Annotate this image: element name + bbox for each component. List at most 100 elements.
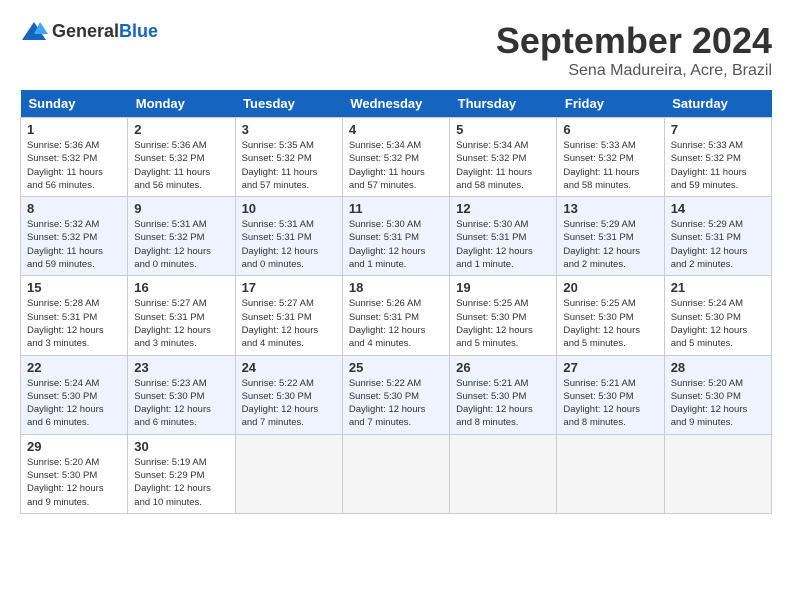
calendar-cell: 6Sunrise: 5:33 AMSunset: 5:32 PMDaylight… bbox=[557, 118, 664, 197]
cell-info: Sunrise: 5:29 AMSunset: 5:31 PMDaylight:… bbox=[563, 219, 640, 270]
calendar-cell bbox=[235, 434, 342, 513]
calendar-cell: 30 Sunrise: 5:19 AMSunset: 5:29 PMDayligh… bbox=[128, 434, 235, 513]
calendar-cell: 16Sunrise: 5:27 AMSunset: 5:31 PMDayligh… bbox=[128, 276, 235, 355]
date-number: 30 bbox=[134, 439, 228, 454]
date-number: 28 bbox=[671, 360, 765, 375]
calendar-cell: 21 Sunrise: 5:24 AMSunset: 5:30 PMDayligh… bbox=[664, 276, 771, 355]
cell-info: Sunrise: 5:25 AMSunset: 5:30 PMDaylight:… bbox=[456, 298, 533, 349]
calendar-cell: 3Sunrise: 5:35 AMSunset: 5:32 PMDaylight… bbox=[235, 118, 342, 197]
cell-info: Sunrise: 5:25 AMSunset: 5:30 PMDaylight:… bbox=[563, 298, 640, 349]
calendar-cell: 19 Sunrise: 5:25 AMSunset: 5:30 PMDayligh… bbox=[450, 276, 557, 355]
cell-info: Sunrise: 5:36 AMSunset: 5:32 PMDaylight:… bbox=[134, 140, 210, 191]
date-number: 27 bbox=[563, 360, 657, 375]
calendar-week-4: 22Sunrise: 5:24 AMSunset: 5:30 PMDayligh… bbox=[21, 355, 772, 434]
date-number: 18 bbox=[349, 280, 443, 295]
date-number: 5 bbox=[456, 122, 550, 137]
calendar-cell: 26Sunrise: 5:21 AMSunset: 5:30 PMDayligh… bbox=[450, 355, 557, 434]
calendar-cell: 25 Sunrise: 5:22 AMSunset: 5:30 PMDayligh… bbox=[342, 355, 449, 434]
cell-info: Sunrise: 5:30 AMSunset: 5:31 PMDaylight:… bbox=[456, 219, 533, 270]
calendar-week-2: 8Sunrise: 5:32 AMSunset: 5:32 PMDaylight… bbox=[21, 197, 772, 276]
date-number: 19 bbox=[456, 280, 550, 295]
cell-info: Sunrise: 5:21 AMSunset: 5:30 PMDaylight:… bbox=[456, 378, 533, 429]
date-number: 17 bbox=[242, 280, 336, 295]
logo: GeneralBlue bbox=[20, 20, 158, 42]
date-number: 12 bbox=[456, 201, 550, 216]
calendar-cell bbox=[557, 434, 664, 513]
calendar-cell: 29 Sunrise: 5:20 AMSunset: 5:30 PMDayligh… bbox=[21, 434, 128, 513]
calendar-cell: 13 Sunrise: 5:29 AMSunset: 5:31 PMDayligh… bbox=[557, 197, 664, 276]
cell-info: Sunrise: 5:19 AMSunset: 5:29 PMDaylight:… bbox=[134, 457, 211, 508]
calendar-week-1: 1 Sunrise: 5:36 AMSunset: 5:32 PMDaylight… bbox=[21, 118, 772, 197]
cell-info: Sunrise: 5:23 AMSunset: 5:30 PMDaylight:… bbox=[134, 378, 211, 429]
date-number: 1 bbox=[27, 122, 121, 137]
cell-info: Sunrise: 5:29 AMSunset: 5:31 PMDaylight:… bbox=[671, 219, 748, 270]
logo-general: General bbox=[52, 21, 119, 41]
col-wednesday: Wednesday bbox=[342, 90, 449, 118]
title-section: September 2024 Sena Madureira, Acre, Bra… bbox=[496, 20, 772, 80]
calendar-cell: 15 Sunrise: 5:28 AMSunset: 5:31 PMDayligh… bbox=[21, 276, 128, 355]
calendar-week-3: 15 Sunrise: 5:28 AMSunset: 5:31 PMDayligh… bbox=[21, 276, 772, 355]
col-thursday: Thursday bbox=[450, 90, 557, 118]
cell-info: Sunrise: 5:31 AMSunset: 5:32 PMDaylight:… bbox=[134, 219, 211, 270]
date-number: 2 bbox=[134, 122, 228, 137]
calendar-cell: 11 Sunrise: 5:30 AMSunset: 5:31 PMDayligh… bbox=[342, 197, 449, 276]
calendar-cell: 10 Sunrise: 5:31 AMSunset: 5:31 PMDayligh… bbox=[235, 197, 342, 276]
calendar-cell: 12 Sunrise: 5:30 AMSunset: 5:31 PMDayligh… bbox=[450, 197, 557, 276]
calendar-cell: 23 Sunrise: 5:23 AMSunset: 5:30 PMDayligh… bbox=[128, 355, 235, 434]
calendar-cell bbox=[342, 434, 449, 513]
date-number: 7 bbox=[671, 122, 765, 137]
cell-info: Sunrise: 5:30 AMSunset: 5:31 PMDaylight:… bbox=[349, 219, 426, 270]
cell-info: Sunrise: 5:34 AMSunset: 5:32 PMDaylight:… bbox=[349, 140, 425, 191]
calendar-cell: 28Sunrise: 5:20 AMSunset: 5:30 PMDayligh… bbox=[664, 355, 771, 434]
cell-info: Sunrise: 5:33 AMSunset: 5:32 PMDaylight:… bbox=[563, 140, 639, 191]
cell-info: Sunrise: 5:27 AMSunset: 5:31 PMDaylight:… bbox=[242, 298, 319, 349]
calendar-cell: 14Sunrise: 5:29 AMSunset: 5:31 PMDayligh… bbox=[664, 197, 771, 276]
calendar-title: September 2024 bbox=[496, 20, 772, 62]
cell-info: Sunrise: 5:22 AMSunset: 5:30 PMDaylight:… bbox=[242, 378, 319, 429]
calendar-cell: 5 Sunrise: 5:34 AMSunset: 5:32 PMDaylight… bbox=[450, 118, 557, 197]
calendar-week-5: 29 Sunrise: 5:20 AMSunset: 5:30 PMDayligh… bbox=[21, 434, 772, 513]
cell-info: Sunrise: 5:20 AMSunset: 5:30 PMDaylight:… bbox=[27, 457, 104, 508]
calendar-cell: 18 Sunrise: 5:26 AMSunset: 5:31 PMDayligh… bbox=[342, 276, 449, 355]
cell-info: Sunrise: 5:31 AMSunset: 5:31 PMDaylight:… bbox=[242, 219, 319, 270]
cell-info: Sunrise: 5:28 AMSunset: 5:31 PMDaylight:… bbox=[27, 298, 104, 349]
calendar-cell: 1Sunrise: 5:36 AMSunset: 5:32 PMDaylight… bbox=[21, 118, 128, 197]
date-number: 15 bbox=[27, 280, 121, 295]
calendar-cell: 7 Sunrise: 5:33 AMSunset: 5:32 PMDaylight… bbox=[664, 118, 771, 197]
date-number: 23 bbox=[134, 360, 228, 375]
cell-info: Sunrise: 5:22 AMSunset: 5:30 PMDaylight:… bbox=[349, 378, 426, 429]
calendar-cell: 8Sunrise: 5:32 AMSunset: 5:32 PMDaylight… bbox=[21, 197, 128, 276]
col-tuesday: Tuesday bbox=[235, 90, 342, 118]
date-number: 21 bbox=[671, 280, 765, 295]
cell-info: Sunrise: 5:21 AMSunset: 5:30 PMDaylight:… bbox=[563, 378, 640, 429]
cell-info: Sunrise: 5:24 AMSunset: 5:30 PMDaylight:… bbox=[27, 378, 104, 429]
cell-info: Sunrise: 5:33 AMSunset: 5:32 PMDaylight:… bbox=[671, 140, 747, 191]
calendar-cell: 2 Sunrise: 5:36 AMSunset: 5:32 PMDaylight… bbox=[128, 118, 235, 197]
date-number: 11 bbox=[349, 201, 443, 216]
date-number: 13 bbox=[563, 201, 657, 216]
date-number: 10 bbox=[242, 201, 336, 216]
date-number: 20 bbox=[563, 280, 657, 295]
date-number: 29 bbox=[27, 439, 121, 454]
date-number: 4 bbox=[349, 122, 443, 137]
calendar-cell: 20 Sunrise: 5:25 AMSunset: 5:30 PMDayligh… bbox=[557, 276, 664, 355]
calendar-cell bbox=[664, 434, 771, 513]
calendar-cell: 9Sunrise: 5:31 AMSunset: 5:32 PMDaylight… bbox=[128, 197, 235, 276]
cell-info: Sunrise: 5:34 AMSunset: 5:32 PMDaylight:… bbox=[456, 140, 532, 191]
cell-info: Sunrise: 5:26 AMSunset: 5:31 PMDaylight:… bbox=[349, 298, 426, 349]
logo-blue: Blue bbox=[119, 21, 158, 41]
cell-info: Sunrise: 5:24 AMSunset: 5:30 PMDaylight:… bbox=[671, 298, 748, 349]
col-saturday: Saturday bbox=[664, 90, 771, 118]
calendar-cell bbox=[450, 434, 557, 513]
date-number: 16 bbox=[134, 280, 228, 295]
col-friday: Friday bbox=[557, 90, 664, 118]
calendar-subtitle: Sena Madureira, Acre, Brazil bbox=[496, 62, 772, 80]
calendar-cell: 27 Sunrise: 5:21 AMSunset: 5:30 PMDayligh… bbox=[557, 355, 664, 434]
cell-info: Sunrise: 5:32 AMSunset: 5:32 PMDaylight:… bbox=[27, 219, 103, 270]
calendar-cell: 17 Sunrise: 5:27 AMSunset: 5:31 PMDayligh… bbox=[235, 276, 342, 355]
header-row: Sunday Monday Tuesday Wednesday Thursday… bbox=[21, 90, 772, 118]
date-number: 25 bbox=[349, 360, 443, 375]
logo-icon bbox=[20, 20, 48, 42]
page-header: GeneralBlue September 2024 Sena Madureir… bbox=[20, 20, 772, 80]
cell-info: Sunrise: 5:35 AMSunset: 5:32 PMDaylight:… bbox=[242, 140, 318, 191]
